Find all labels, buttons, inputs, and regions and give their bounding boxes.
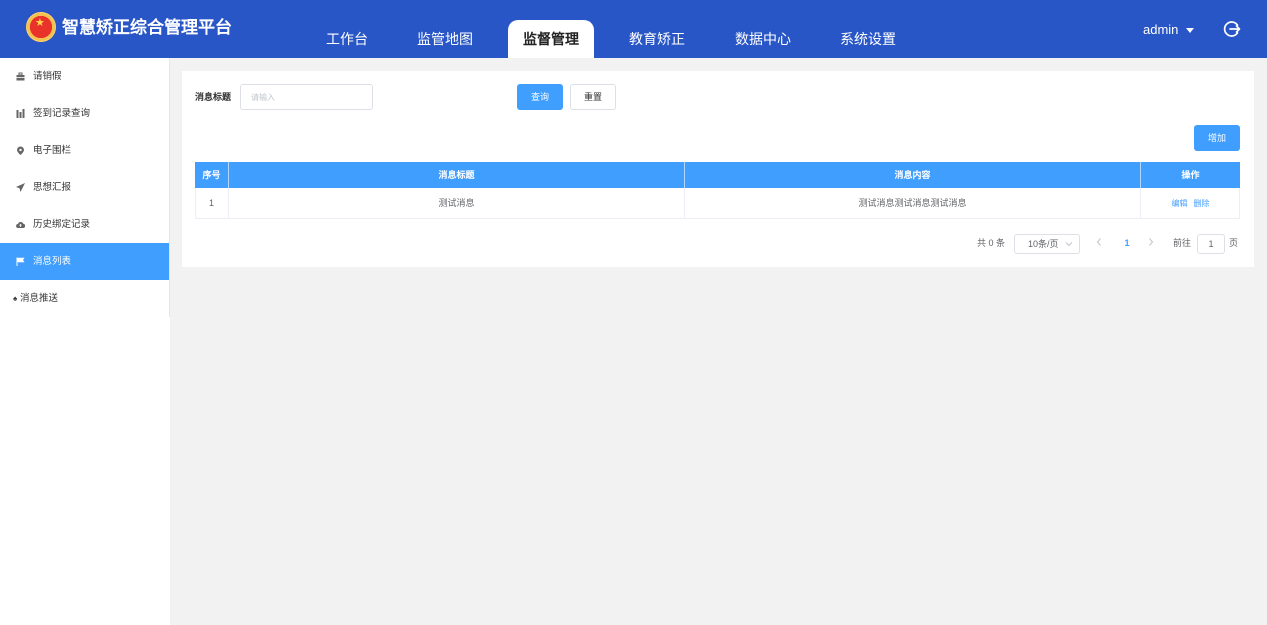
page-suffix: 页 [1229, 238, 1239, 248]
delete-link[interactable]: 删除 [1194, 199, 1210, 208]
current-page[interactable]: 1 [1122, 236, 1132, 250]
sidebar-item-label: 消息推送 [20, 293, 59, 304]
cell-index: 1 [195, 188, 229, 218]
cell-actions: 编辑 删除 [1141, 188, 1240, 218]
sidebar-item-label: 消息列表 [33, 256, 72, 267]
logo: ★ [26, 12, 56, 42]
chevron-down-icon [1065, 242, 1073, 247]
tab-label: 数据中心 [735, 31, 791, 47]
sidebar-item-label: 电子围栏 [33, 145, 72, 156]
flag-icon [16, 257, 25, 266]
briefcase-icon [16, 72, 25, 81]
tab-system-settings[interactable]: 系统设置 [825, 20, 911, 58]
sidebar-item-thought-report[interactable]: 思想汇报 [0, 169, 169, 206]
star-icon: ★ [35, 17, 45, 29]
sidebar-item-label: 签到记录查询 [33, 108, 91, 119]
query-button[interactable]: 查询 [517, 84, 563, 110]
chevron-right-icon[interactable] [1148, 238, 1154, 246]
tab-supervision-map[interactable]: 监管地图 [402, 20, 488, 58]
tab-label: 教育矫正 [629, 31, 685, 47]
top-header: ★ 智慧矫正综合管理平台 工作台 监管地图 监督管理 教育矫正 数据中心 系统设… [0, 0, 1267, 58]
add-button[interactable]: 增加 [1194, 125, 1240, 151]
sidebar-item-message-push[interactable]: ♠ 消息推送 [0, 280, 169, 317]
cloud-icon [16, 222, 25, 229]
tab-education-correction[interactable]: 教育矫正 [614, 20, 700, 58]
sidebar-item-message-list[interactable]: 消息列表 [0, 243, 169, 280]
caret-down-icon[interactable] [1186, 28, 1194, 33]
page-size-select[interactable]: 10条/页 [1014, 234, 1080, 254]
paper-plane-icon [16, 183, 25, 192]
tab-label: 监督管理 [523, 31, 579, 47]
pagination-total: 共 0 条 [977, 238, 1006, 248]
column-header-title: 消息标题 [229, 162, 685, 188]
sidebar-item-leave[interactable]: 请销假 [0, 58, 169, 95]
tab-label: 系统设置 [840, 31, 896, 47]
page-size-value: 10条/页 [1028, 239, 1059, 249]
tab-supervision-management[interactable]: 监督管理 [508, 20, 594, 58]
cell-title: 测试消息 [229, 188, 685, 218]
edit-link[interactable]: 编辑 [1172, 199, 1188, 208]
spade-icon: ♠ [13, 294, 18, 303]
sidebar-item-geofence[interactable]: 电子围栏 [0, 132, 169, 169]
goto-label: 前往 [1173, 238, 1192, 248]
search-input[interactable] [240, 84, 373, 110]
table-header: 序号 消息标题 消息内容 操作 [195, 162, 1240, 188]
column-header-content: 消息内容 [685, 162, 1141, 188]
sidebar: 请销假 签到记录查询 电子围栏 思想汇报 历史绑定记录 消息列表 ♠ 消息推送 [0, 58, 170, 625]
sidebar-item-label: 历史绑定记录 [33, 219, 91, 230]
goto-page-input[interactable] [1197, 234, 1225, 254]
sidebar-item-checkin-records[interactable]: 签到记录查询 [0, 95, 169, 132]
cell-content: 测试消息测试消息测试消息 [685, 188, 1141, 218]
column-header-index: 序号 [195, 162, 229, 188]
sidebar-menu: 请销假 签到记录查询 电子围栏 思想汇报 历史绑定记录 消息列表 ♠ 消息推送 [0, 58, 170, 317]
user-menu[interactable]: admin [1143, 22, 1178, 38]
tab-label: 监管地图 [417, 31, 473, 47]
map-pin-icon [17, 146, 24, 155]
sidebar-item-label: 思想汇报 [33, 182, 72, 193]
logout-icon[interactable] [1223, 20, 1241, 38]
tab-workbench[interactable]: 工作台 [304, 20, 390, 58]
content-card: 消息标题 查询 重置 增加 序号 消息标题 消息内容 操作 1 测试消息 测试消… [182, 71, 1254, 267]
chevron-left-icon[interactable] [1096, 238, 1102, 246]
search-label: 消息标题 [195, 92, 232, 102]
app-title: 智慧矫正综合管理平台 [62, 18, 232, 37]
column-header-actions: 操作 [1181, 170, 1200, 180]
bar-chart-icon [16, 109, 25, 118]
message-table: 序号 消息标题 消息内容 操作 1 测试消息 测试消息测试消息测试消息 编辑 删除 [195, 162, 1240, 219]
tab-data-center[interactable]: 数据中心 [720, 20, 806, 58]
sidebar-item-binding-history[interactable]: 历史绑定记录 [0, 206, 169, 243]
sidebar-item-label: 请销假 [33, 71, 62, 82]
tab-label: 工作台 [326, 31, 368, 47]
reset-button[interactable]: 重置 [570, 84, 616, 110]
